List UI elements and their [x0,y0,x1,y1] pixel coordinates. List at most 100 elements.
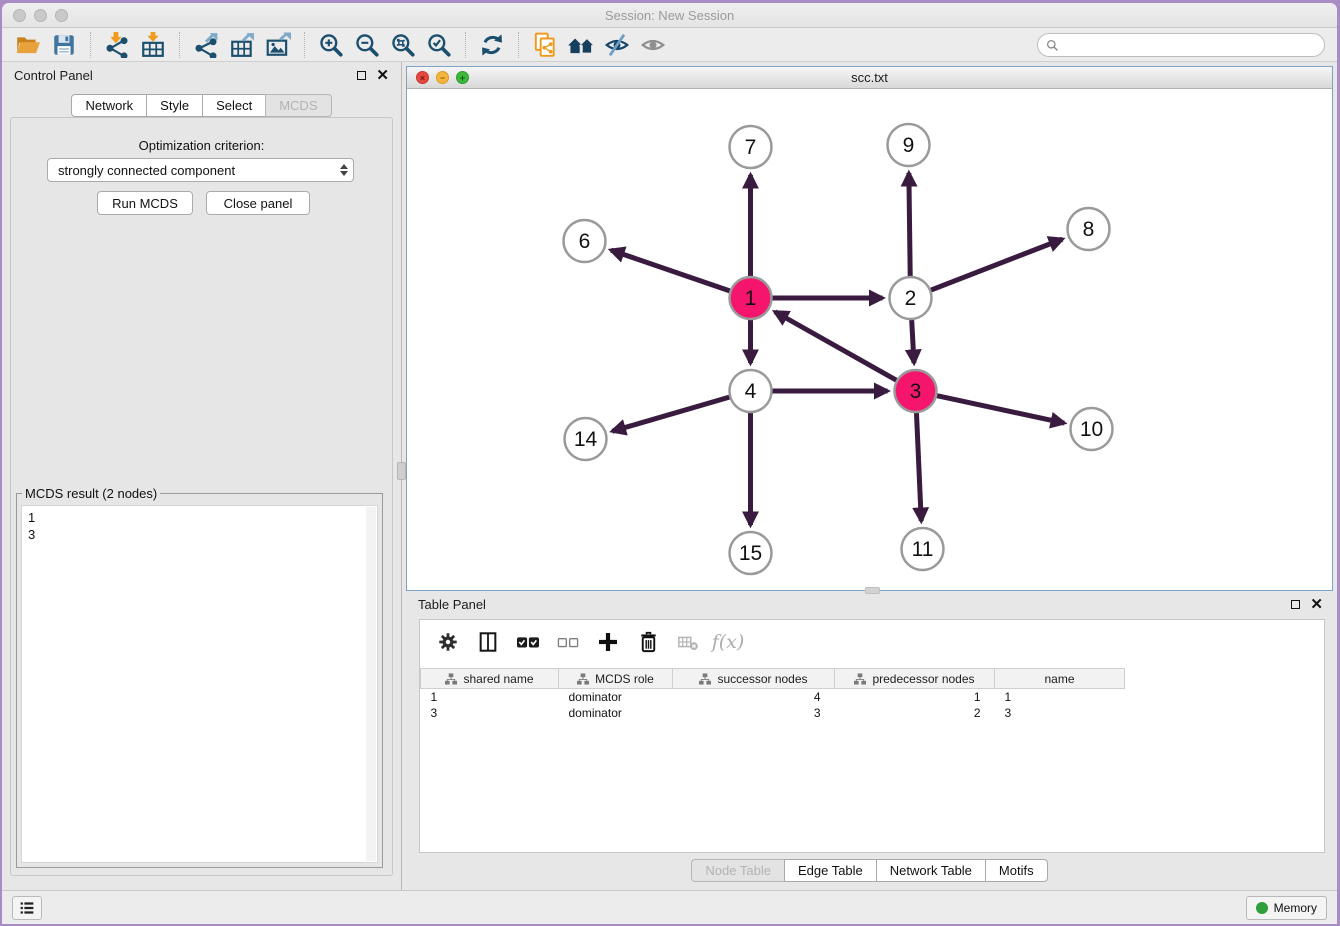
table-cell[interactable]: 3 [673,705,835,721]
table-float-panel-icon[interactable] [1291,600,1300,609]
save-session-icon[interactable] [49,31,79,59]
tab-select[interactable]: Select [202,94,266,117]
close-panel-button[interactable]: Close panel [206,191,310,215]
graph-node-label: 15 [739,542,762,565]
network-traffic-lights: × − + [416,71,476,84]
zoom-fit-icon[interactable] [388,31,418,59]
hide-graphics-icon[interactable] [602,31,632,59]
graph-edge-1-6[interactable] [611,250,730,291]
export-table-icon[interactable] [227,31,257,59]
table-cell[interactable]: 4 [673,689,835,705]
clone-network-icon[interactable] [530,31,560,59]
close-panel-icon[interactable]: ✕ [376,66,389,84]
table-panel-title: Table Panel [418,597,1281,612]
select-all-icon[interactable] [513,628,543,656]
graph-edge-3-1[interactable] [775,312,896,380]
zoom-in-icon[interactable] [316,31,346,59]
gear-icon[interactable] [433,628,463,656]
network-view-titlebar: × − + scc.txt [407,67,1332,89]
tab-node-table[interactable]: Node Table [691,859,785,882]
tab-edge-table[interactable]: Edge Table [784,859,877,882]
run-mcds-button[interactable]: Run MCDS [97,191,193,215]
list-icon [18,899,36,917]
zoom-out-icon[interactable] [352,31,382,59]
window-titlebar: Session: New Session [2,3,1337,28]
vertical-splitter-handle[interactable] [397,462,406,480]
column-header-mcds-role[interactable]: MCDS role [559,669,673,689]
node-table: shared name MCDS role successor nodes [420,668,1125,721]
main-toolbar [2,28,1337,62]
window-title: Session: New Session [2,8,1337,23]
graph-edge-4-14[interactable] [612,397,729,431]
table-cell[interactable]: 3 [421,705,559,721]
network-close-icon[interactable]: × [416,71,429,84]
table-toolbar: f(x) [420,620,1324,664]
first-neighbors-icon[interactable] [566,31,596,59]
float-panel-icon[interactable] [357,71,366,80]
search-input[interactable] [1064,36,1324,54]
table-close-panel-icon[interactable]: ✕ [1310,595,1323,613]
app-window: Session: New Session [2,3,1337,924]
refresh-icon[interactable] [477,31,507,59]
search-field[interactable] [1037,33,1325,57]
mcds-result-textarea[interactable]: 1 3 [21,505,378,863]
column-header-shared-name[interactable]: shared name [421,669,559,689]
criterion-value: strongly connected component [58,163,235,178]
zoom-selected-icon[interactable] [424,31,454,59]
tab-style[interactable]: Style [146,94,203,117]
table-cell[interactable]: 1 [835,689,995,705]
zoom-traffic-icon[interactable] [55,9,68,22]
graph-edge-2-9[interactable] [909,173,910,276]
table-cell[interactable]: 3 [995,705,1125,721]
network-graph[interactable]: 7968124314101511 [407,89,1332,590]
tab-motifs[interactable]: Motifs [985,859,1048,882]
open-session-icon[interactable] [13,31,43,59]
tab-network-table[interactable]: Network Table [876,859,986,882]
graph-node-label: 7 [745,136,757,159]
graph-edge-3-10[interactable] [937,396,1064,423]
memory-button[interactable]: Memory [1246,896,1327,920]
table-cell[interactable]: 1 [995,689,1125,705]
table-header-row: shared name MCDS role successor nodes [421,669,1125,689]
table-cell[interactable]: dominator [559,689,673,705]
deselect-all-icon[interactable] [553,628,583,656]
result-scrollbar[interactable] [366,507,376,861]
criterion-dropdown[interactable]: strongly connected component [47,158,354,182]
table-cell[interactable]: dominator [559,705,673,721]
table-cell[interactable]: 2 [835,705,995,721]
mcds-result-group: MCDS result (2 nodes) 1 3 [16,486,383,868]
memory-label: Memory [1274,901,1317,915]
delete-table-icon[interactable] [673,628,703,656]
toolbar-separator [179,32,180,58]
graph-edge-3-11[interactable] [916,413,921,521]
network-minimize-icon[interactable]: − [436,71,449,84]
tab-network[interactable]: Network [71,94,147,117]
minimize-traffic-icon[interactable] [34,9,47,22]
close-traffic-icon[interactable] [13,9,26,22]
column-header-predecessor-nodes[interactable]: predecessor nodes [835,669,995,689]
table-row[interactable]: 1dominator411 [421,689,1125,705]
graph-edge-2-3[interactable] [912,320,914,363]
horizontal-splitter-handle[interactable] [865,587,880,594]
table-row[interactable]: 3dominator323 [421,705,1125,721]
task-history-button[interactable] [12,896,42,920]
export-network-icon[interactable] [191,31,221,59]
column-header-name[interactable]: name [995,669,1125,689]
columns-icon[interactable] [473,628,503,656]
search-icon [1046,39,1059,52]
function-builder-icon[interactable]: f(x) [713,628,743,656]
network-view-window: × − + scc.txt 7968124314101511 [406,66,1333,591]
show-graphics-icon[interactable] [638,31,668,59]
column-header-successor-nodes[interactable]: successor nodes [673,669,835,689]
graph-edge-2-8[interactable] [931,239,1062,290]
table-body: 1dominator4113dominator323 [421,689,1125,721]
table-cell[interactable]: 1 [421,689,559,705]
tab-mcds[interactable]: MCDS [265,94,331,117]
mcds-panel: Optimization criterion: strongly connect… [10,117,393,876]
import-network-icon[interactable] [102,31,132,59]
delete-icon[interactable] [633,628,663,656]
export-image-icon[interactable] [263,31,293,59]
network-maximize-icon[interactable]: + [456,71,469,84]
add-icon[interactable] [593,628,623,656]
import-table-icon[interactable] [138,31,168,59]
